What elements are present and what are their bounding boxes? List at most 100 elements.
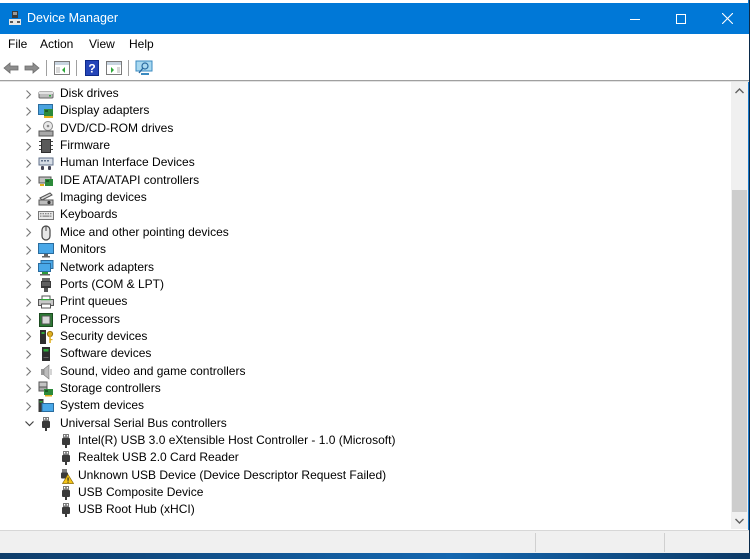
chevron-right-icon[interactable] xyxy=(24,384,34,394)
tree-category-row[interactable]: Display adapters xyxy=(0,102,731,119)
tree-category-row[interactable]: Network adapters xyxy=(0,259,731,276)
scroll-down-button[interactable] xyxy=(731,512,748,529)
scroll-up-button[interactable] xyxy=(731,82,748,99)
tree-category-row[interactable]: Sound, video and game controllers xyxy=(0,363,731,380)
vertical-scrollbar[interactable] xyxy=(731,82,748,529)
chevron-right-icon[interactable] xyxy=(24,176,34,186)
close-button[interactable] xyxy=(704,3,750,34)
chevron-up-icon xyxy=(735,87,744,93)
console-tree-icon xyxy=(54,60,70,75)
tree-category-row[interactable]: Print queues xyxy=(0,293,731,310)
toolbar-separator xyxy=(76,60,77,76)
chevron-right-icon[interactable] xyxy=(24,367,34,377)
back-button[interactable] xyxy=(2,59,20,76)
chevron-right-icon[interactable] xyxy=(24,124,34,134)
tree-item-label[interactable]: Storage controllers xyxy=(60,381,161,395)
forward-button[interactable] xyxy=(23,59,41,76)
chevron-right-icon[interactable] xyxy=(24,315,34,325)
tree-category-row[interactable]: Keyboards xyxy=(0,206,731,223)
speaker-icon xyxy=(38,363,54,380)
chevron-right-icon[interactable] xyxy=(24,280,34,290)
show-hide-console-tree-button[interactable] xyxy=(53,59,71,76)
tree-category-row[interactable]: Imaging devices xyxy=(0,189,731,206)
tree-item-label[interactable]: Network adapters xyxy=(60,260,154,274)
tree-device-label[interactable]: Intel(R) USB 3.0 eXtensible Host Control… xyxy=(78,433,395,447)
chevron-right-icon[interactable] xyxy=(24,228,34,238)
tree-device-label[interactable]: USB Root Hub (xHCI) xyxy=(78,502,195,516)
show-action-pane-button[interactable] xyxy=(105,59,123,76)
chevron-right-icon[interactable] xyxy=(24,245,34,255)
chevron-right-icon[interactable] xyxy=(24,297,34,307)
chevron-right-icon[interactable] xyxy=(24,349,34,359)
tree-category-row[interactable]: Ports (COM & LPT) xyxy=(0,276,731,293)
tree-item-label[interactable]: Sound, video and game controllers xyxy=(60,364,245,378)
tree-item-label[interactable]: Print queues xyxy=(60,294,127,308)
tree-category-row[interactable]: Universal Serial Bus controllers xyxy=(0,415,731,432)
tree-device-label[interactable]: Realtek USB 2.0 Card Reader xyxy=(78,450,239,464)
tree-item-label[interactable]: Universal Serial Bus controllers xyxy=(60,416,227,430)
menu-file[interactable]: File xyxy=(8,37,27,51)
menu-view[interactable]: View xyxy=(89,37,115,51)
tree-item-label[interactable]: Security devices xyxy=(60,329,147,343)
toolbar-separator xyxy=(128,60,129,76)
chevron-right-icon[interactable] xyxy=(24,263,34,273)
tree-item-label[interactable]: DVD/CD-ROM drives xyxy=(60,121,173,135)
device-tree[interactable]: Disk drives Display adapters DVD/CD-ROM dr… xyxy=(0,82,731,529)
tree-item-label[interactable]: Firmware xyxy=(60,138,110,152)
tree-item-label[interactable]: IDE ATA/ATAPI controllers xyxy=(60,173,199,187)
menu-help[interactable]: Help xyxy=(129,37,154,51)
chevron-right-icon[interactable] xyxy=(24,141,34,151)
chevron-right-icon[interactable] xyxy=(24,332,34,342)
tree-device-row-warning[interactable]: Unknown USB Device (Device Descriptor Re… xyxy=(0,467,731,484)
scrollbar-thumb[interactable] xyxy=(732,189,747,512)
tree-category-row[interactable]: Security devices xyxy=(0,328,731,345)
maximize-button[interactable] xyxy=(658,3,704,34)
action-pane-icon xyxy=(106,60,122,75)
tree-device-row[interactable]: USB Root Hub (xHCI) xyxy=(0,501,731,518)
chevron-down-icon[interactable] xyxy=(24,419,34,429)
tree-category-row[interactable]: IDE ATA/ATAPI controllers xyxy=(0,172,731,189)
tree-item-label[interactable]: Monitors xyxy=(60,242,106,256)
tree-device-label[interactable]: Unknown USB Device (Device Descriptor Re… xyxy=(78,468,386,482)
tree-category-row[interactable]: Processors xyxy=(0,311,731,328)
tree-category-row[interactable]: System devices xyxy=(0,397,731,414)
tree-item-label[interactable]: Processors xyxy=(60,312,120,326)
scan-hardware-button[interactable] xyxy=(135,59,153,76)
toolbar: ? xyxy=(0,55,749,80)
chevron-right-icon[interactable] xyxy=(24,89,34,99)
tree-category-row[interactable]: Firmware xyxy=(0,137,731,154)
help-button[interactable]: ? xyxy=(83,59,101,76)
minimize-button[interactable] xyxy=(612,3,658,34)
port-icon xyxy=(38,277,54,293)
chevron-right-icon[interactable] xyxy=(24,401,34,411)
tree-category-row[interactable]: Software devices xyxy=(0,345,731,362)
tree-category-row[interactable]: Human Interface Devices xyxy=(0,154,731,171)
menu-action[interactable]: Action xyxy=(40,37,73,51)
tree-device-row[interactable]: Realtek USB 2.0 Card Reader xyxy=(0,449,731,466)
chevron-right-icon[interactable] xyxy=(24,193,34,203)
arrow-right-icon xyxy=(24,61,40,74)
tree-item-label[interactable]: Mice and other pointing devices xyxy=(60,225,229,239)
firmware-icon xyxy=(38,138,54,154)
tree-item-label[interactable]: Keyboards xyxy=(60,207,117,221)
tree-item-label[interactable]: Imaging devices xyxy=(60,190,147,204)
tree-item-label[interactable]: Ports (COM & LPT) xyxy=(60,277,164,291)
tree-category-row[interactable]: DVD/CD-ROM drives xyxy=(0,120,731,137)
tree-item-label[interactable]: System devices xyxy=(60,398,144,412)
title-bar[interactable]: Device Manager xyxy=(0,3,749,34)
tree-device-row[interactable]: Intel(R) USB 3.0 eXtensible Host Control… xyxy=(0,432,731,449)
tree-item-label[interactable]: Disk drives xyxy=(60,86,119,100)
tree-category-row[interactable]: Disk drives xyxy=(0,85,731,102)
tree-device-label[interactable]: USB Composite Device xyxy=(78,485,203,499)
tree-category-row[interactable]: Storage controllers xyxy=(0,380,731,397)
tree-category-row[interactable]: Monitors xyxy=(0,241,731,258)
chevron-right-icon[interactable] xyxy=(24,210,34,220)
tree-item-label[interactable]: Human Interface Devices xyxy=(60,155,195,169)
tree-item-label[interactable]: Display adapters xyxy=(60,103,149,117)
chevron-right-icon[interactable] xyxy=(24,158,34,168)
tree-item-label[interactable]: Software devices xyxy=(60,346,151,360)
tree-device-row[interactable]: USB Composite Device xyxy=(0,484,731,501)
tree-category-row[interactable]: Mice and other pointing devices xyxy=(0,224,731,241)
keyboard-icon xyxy=(38,207,54,223)
chevron-right-icon[interactable] xyxy=(24,106,34,116)
